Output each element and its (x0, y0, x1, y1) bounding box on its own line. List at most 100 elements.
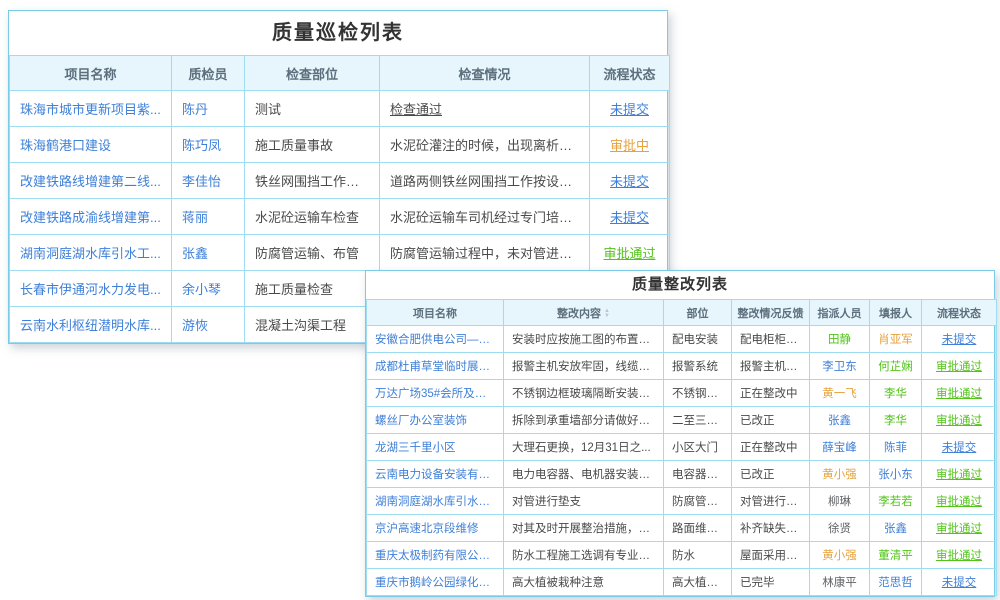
project-name-link[interactable]: 云南电力设备安装有限公司20... (367, 461, 504, 488)
feedback-cell: 正在整改中 (732, 434, 810, 461)
project-name-link[interactable]: 万达广场35#会所及咖啡厅空... (367, 380, 504, 407)
reporter-link[interactable]: 范思哲 (870, 569, 922, 596)
status-link[interactable]: 审批通过 (922, 407, 997, 434)
feedback-cell: 已改正 (732, 461, 810, 488)
check-part-cell: 测试 (245, 91, 380, 127)
sort-icon[interactable]: ▲▼ (604, 309, 610, 319)
feedback-cell: 屋面采用聚氨... (732, 542, 810, 569)
column-header-label: 整改情况反馈 (738, 308, 804, 320)
rectify-content-cell: 大理石更换，12月31日之... (504, 434, 664, 461)
assignee-link[interactable]: 黄一飞 (810, 380, 870, 407)
rectification-table-body: 安徽合肥供电公司—配电设备...安装时应按施工图的布置，将...配电安装配电柜柜… (367, 326, 997, 596)
inspector-link[interactable]: 余小琴 (172, 271, 245, 307)
check-part-cell: 水泥砼运输车检查 (245, 199, 380, 235)
assignee-link[interactable]: 张鑫 (810, 407, 870, 434)
status-link[interactable]: 审批通过 (922, 353, 997, 380)
part-cell: 路面维修检... (664, 515, 732, 542)
rectify-content-cell: 不锈钢边框玻璃隔断安装不牢... (504, 380, 664, 407)
status-link[interactable]: 未提交 (922, 434, 997, 461)
feedback-cell: 补齐缺失标志... (732, 515, 810, 542)
reporter-link[interactable]: 李华 (870, 407, 922, 434)
column-header: 质检员 (172, 56, 245, 91)
assignee-link[interactable]: 田静 (810, 326, 870, 353)
status-link[interactable]: 未提交 (590, 199, 670, 235)
status-link[interactable]: 未提交 (590, 91, 670, 127)
inspector-link[interactable]: 陈丹 (172, 91, 245, 127)
reporter-link[interactable]: 李若若 (870, 488, 922, 515)
inspector-link[interactable]: 李佳怡 (172, 163, 245, 199)
table-row: 京沪高速北京段维修对其及时开展整治措施，桥头...路面维修检...补齐缺失标志.… (367, 515, 997, 542)
reporter-link[interactable]: 张鑫 (870, 515, 922, 542)
inspector-link[interactable]: 游恢 (172, 307, 245, 343)
reporter-link[interactable]: 陈菲 (870, 434, 922, 461)
part-cell: 不锈钢安装... (664, 380, 732, 407)
project-name-link[interactable]: 珠海鹤港口建设 (10, 127, 172, 163)
project-name-link[interactable]: 珠海市城市更新项目紫... (10, 91, 172, 127)
rectify-content-cell: 安装时应按施工图的布置，将... (504, 326, 664, 353)
assignee-link[interactable]: 徐贤 (810, 515, 870, 542)
table-row: 重庆市鹅岭公园绿化景观提升...高大植被栽种注意高大植被栽种已完毕林康平范思哲未… (367, 569, 997, 596)
table-row: 龙湖三千里小区大理石更换，12月31日之...小区大门正在整改中薛宝峰陈菲未提交 (367, 434, 997, 461)
part-cell: 小区大门 (664, 434, 732, 461)
inspection-header-row: 项目名称质检员检查部位检查情况流程状态 (10, 56, 670, 91)
project-name-link[interactable]: 成都杜甫草堂临时展厅独立展... (367, 353, 504, 380)
project-name-link[interactable]: 安徽合肥供电公司—配电设备... (367, 326, 504, 353)
reporter-link[interactable]: 肖亚军 (870, 326, 922, 353)
column-header[interactable]: 整改内容▲▼ (504, 300, 664, 326)
inspector-link[interactable]: 张鑫 (172, 235, 245, 271)
inspector-link[interactable]: 蒋丽 (172, 199, 245, 235)
column-header-label: 填报人 (879, 308, 912, 320)
status-link[interactable]: 未提交 (922, 326, 997, 353)
column-header: 流程状态 (922, 300, 997, 326)
status-link[interactable]: 未提交 (590, 163, 670, 199)
feedback-cell: 对管进行垫支 (732, 488, 810, 515)
part-cell: 防腐管运输... (664, 488, 732, 515)
assignee-link[interactable]: 李卫东 (810, 353, 870, 380)
assignee-link[interactable]: 薛宝峰 (810, 434, 870, 461)
part-cell: 二至三楼混... (664, 407, 732, 434)
project-name-link[interactable]: 湖南洞庭湖水库引水工... (10, 235, 172, 271)
project-name-link[interactable]: 京沪高速北京段维修 (367, 515, 504, 542)
reporter-link[interactable]: 何芷娴 (870, 353, 922, 380)
reporter-link[interactable]: 李华 (870, 380, 922, 407)
assignee-link[interactable]: 黄小强 (810, 461, 870, 488)
status-link[interactable]: 审批通过 (922, 380, 997, 407)
project-name-link[interactable]: 螺丝厂办公室装饰 (367, 407, 504, 434)
status-link[interactable]: 审批通过 (590, 235, 670, 271)
check-part-cell: 铁丝网围挡工作检查 (245, 163, 380, 199)
column-header-label: 流程状态 (937, 308, 981, 320)
column-header: 检查部位 (245, 56, 380, 91)
table-row: 珠海市城市更新项目紫...陈丹测试检查通过未提交 (10, 91, 670, 127)
status-link[interactable]: 审批通过 (922, 461, 997, 488)
check-situation-cell: 防腐管运输过程中，未对管进行... (380, 235, 590, 271)
project-name-link[interactable]: 改建铁路成渝线增建第... (10, 199, 172, 235)
project-name-link[interactable]: 改建铁路线增建第二线... (10, 163, 172, 199)
status-link[interactable]: 审批通过 (922, 515, 997, 542)
inspector-link[interactable]: 陈巧凤 (172, 127, 245, 163)
status-link[interactable]: 审批通过 (922, 542, 997, 569)
project-name-link[interactable]: 重庆市鹅岭公园绿化景观提升... (367, 569, 504, 596)
check-part-cell: 混凝土沟渠工程 (245, 307, 380, 343)
part-cell: 高大植被栽种 (664, 569, 732, 596)
project-name-link[interactable]: 云南水利枢纽潜明水库... (10, 307, 172, 343)
project-name-link[interactable]: 龙湖三千里小区 (367, 434, 504, 461)
assignee-link[interactable]: 林康平 (810, 569, 870, 596)
status-link[interactable]: 审批通过 (922, 488, 997, 515)
reporter-link[interactable]: 董清平 (870, 542, 922, 569)
check-situation-cell: 水泥砼灌注的时候，出现离析现象 (380, 127, 590, 163)
assignee-link[interactable]: 柳琳 (810, 488, 870, 515)
project-name-link[interactable]: 重庆太极制药有限公司亳州中... (367, 542, 504, 569)
project-name-link[interactable]: 长春市伊通河水力发电... (10, 271, 172, 307)
check-part-cell: 施工质量检查 (245, 271, 380, 307)
part-cell: 配电安装 (664, 326, 732, 353)
status-link[interactable]: 审批中 (590, 127, 670, 163)
status-link[interactable]: 未提交 (922, 569, 997, 596)
check-part-cell: 防腐管运输、布管 (245, 235, 380, 271)
project-name-link[interactable]: 湖南洞庭湖水库引水工程施工标 (367, 488, 504, 515)
reporter-link[interactable]: 张小东 (870, 461, 922, 488)
feedback-cell: 已完毕 (732, 569, 810, 596)
feedback-cell: 已改正 (732, 407, 810, 434)
column-header: 项目名称 (10, 56, 172, 91)
assignee-link[interactable]: 黄小强 (810, 542, 870, 569)
column-header-label: 整改内容 (557, 308, 601, 320)
